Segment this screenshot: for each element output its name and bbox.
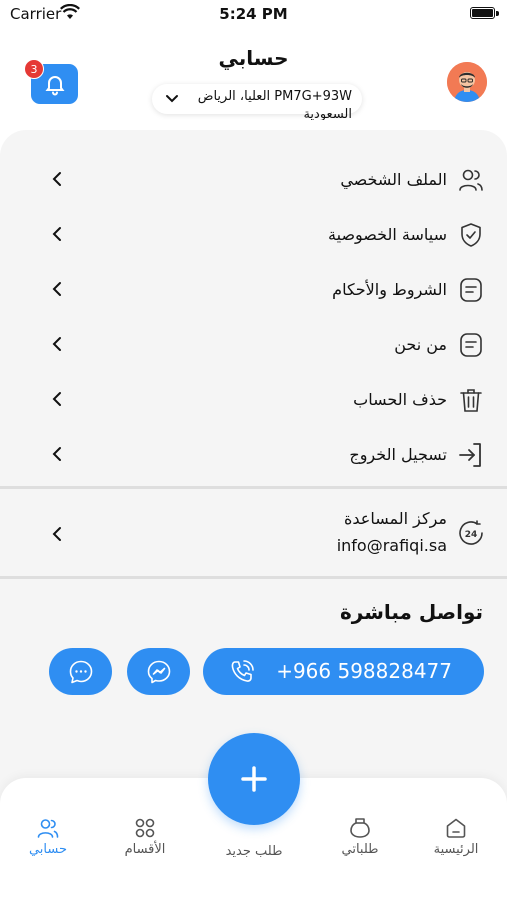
trash-icon xyxy=(460,389,482,412)
messenger-icon xyxy=(147,660,170,683)
location-text: PM7G+93W العليا، الرياض السعودية xyxy=(197,89,352,120)
logout-icon xyxy=(459,443,481,467)
nav-account[interactable]: حسابي xyxy=(3,816,93,857)
phone-number: +966 598828477 xyxy=(276,659,452,683)
nav-new-order-label: طلب جديد xyxy=(225,844,283,859)
plus-icon xyxy=(241,766,267,792)
chevron-left-icon xyxy=(52,447,61,461)
menu-item-label: من نحن xyxy=(394,335,447,354)
contact-section-title: تواصل مباشرة xyxy=(339,600,483,624)
nav-home-label: الرئيسية xyxy=(433,842,479,857)
chat-button[interactable] xyxy=(49,648,112,695)
nav-categories-label: الأقسام xyxy=(124,842,166,857)
chevron-left-icon xyxy=(52,527,61,541)
shield-icon xyxy=(461,223,481,247)
nav-new-order[interactable]: طلب جديد xyxy=(209,842,299,859)
user-avatar-icon xyxy=(447,62,487,102)
nav-home[interactable]: الرئيسية xyxy=(411,816,501,857)
chevron-left-icon xyxy=(52,282,61,296)
nav-categories[interactable]: الأقسام xyxy=(100,816,190,857)
chevron-down-icon xyxy=(166,95,178,103)
menu-item-about[interactable]: من نحن xyxy=(0,317,507,372)
menu-item-label: تسجيل الخروج xyxy=(349,445,447,464)
account-icon xyxy=(37,819,59,838)
account-panel: الملف الشخصي سياسة الخصوصية الشروط والأح… xyxy=(0,130,507,830)
chevron-left-icon xyxy=(52,227,61,241)
chevron-left-icon xyxy=(52,172,61,186)
nav-account-label: حسابي xyxy=(28,842,68,857)
avatar[interactable] xyxy=(447,62,487,102)
menu-item-label: الملف الشخصي xyxy=(340,170,447,189)
nav-orders-label: طلباتي xyxy=(341,842,379,857)
chevron-left-icon xyxy=(52,337,61,351)
orders-bag-icon xyxy=(350,818,370,838)
clock: 5:24 PM xyxy=(219,5,288,23)
page-title: حسابي xyxy=(218,46,289,70)
menu-item-terms[interactable]: الشروط والأحكام xyxy=(0,262,507,317)
menu-item-label: سياسة الخصوصية xyxy=(328,225,447,244)
grid-icon xyxy=(135,818,155,838)
location-selector[interactable]: PM7G+93W العليا، الرياض السعودية xyxy=(152,84,362,120)
notification-badge: 3 xyxy=(24,59,44,79)
document-icon xyxy=(460,278,482,302)
menu-item-privacy[interactable]: سياسة الخصوصية xyxy=(0,207,507,262)
divider xyxy=(0,576,507,579)
menu-item-label: الشروط والأحكام xyxy=(332,280,447,299)
bell-icon xyxy=(45,76,64,96)
menu-item-delete-account[interactable]: حذف الحساب xyxy=(0,372,507,427)
divider xyxy=(0,486,507,489)
help-center-item[interactable]: مركز المساعدة info@rafiqi.sa 24 xyxy=(0,505,507,563)
messenger-button[interactable] xyxy=(127,648,190,695)
help-center-email: info@rafiqi.sa xyxy=(336,536,447,555)
chat-bubble-icon xyxy=(69,660,92,683)
svg-text:24: 24 xyxy=(465,530,478,540)
home-icon xyxy=(446,818,466,838)
header: حسابي 3 PM7G+93W العليا، الرياض السعودية xyxy=(0,28,507,120)
menu-item-profile[interactable]: الملف الشخصي xyxy=(0,152,507,207)
chevron-left-icon xyxy=(52,392,61,406)
support-24-icon: 24 xyxy=(459,520,483,545)
new-order-button[interactable] xyxy=(208,733,300,825)
phone-icon xyxy=(231,660,254,682)
menu-item-label: حذف الحساب xyxy=(353,390,447,409)
menu-item-logout[interactable]: تسجيل الخروج xyxy=(0,427,507,482)
info-document-icon xyxy=(460,333,482,357)
help-center-title: مركز المساعدة xyxy=(344,509,447,528)
call-button[interactable]: +966 598828477 xyxy=(203,648,484,695)
profile-icon xyxy=(459,169,483,191)
status-bar: Carrier 5:24 PM xyxy=(0,0,507,28)
battery-icon xyxy=(470,7,495,19)
nav-orders[interactable]: طلباتي xyxy=(315,816,405,857)
